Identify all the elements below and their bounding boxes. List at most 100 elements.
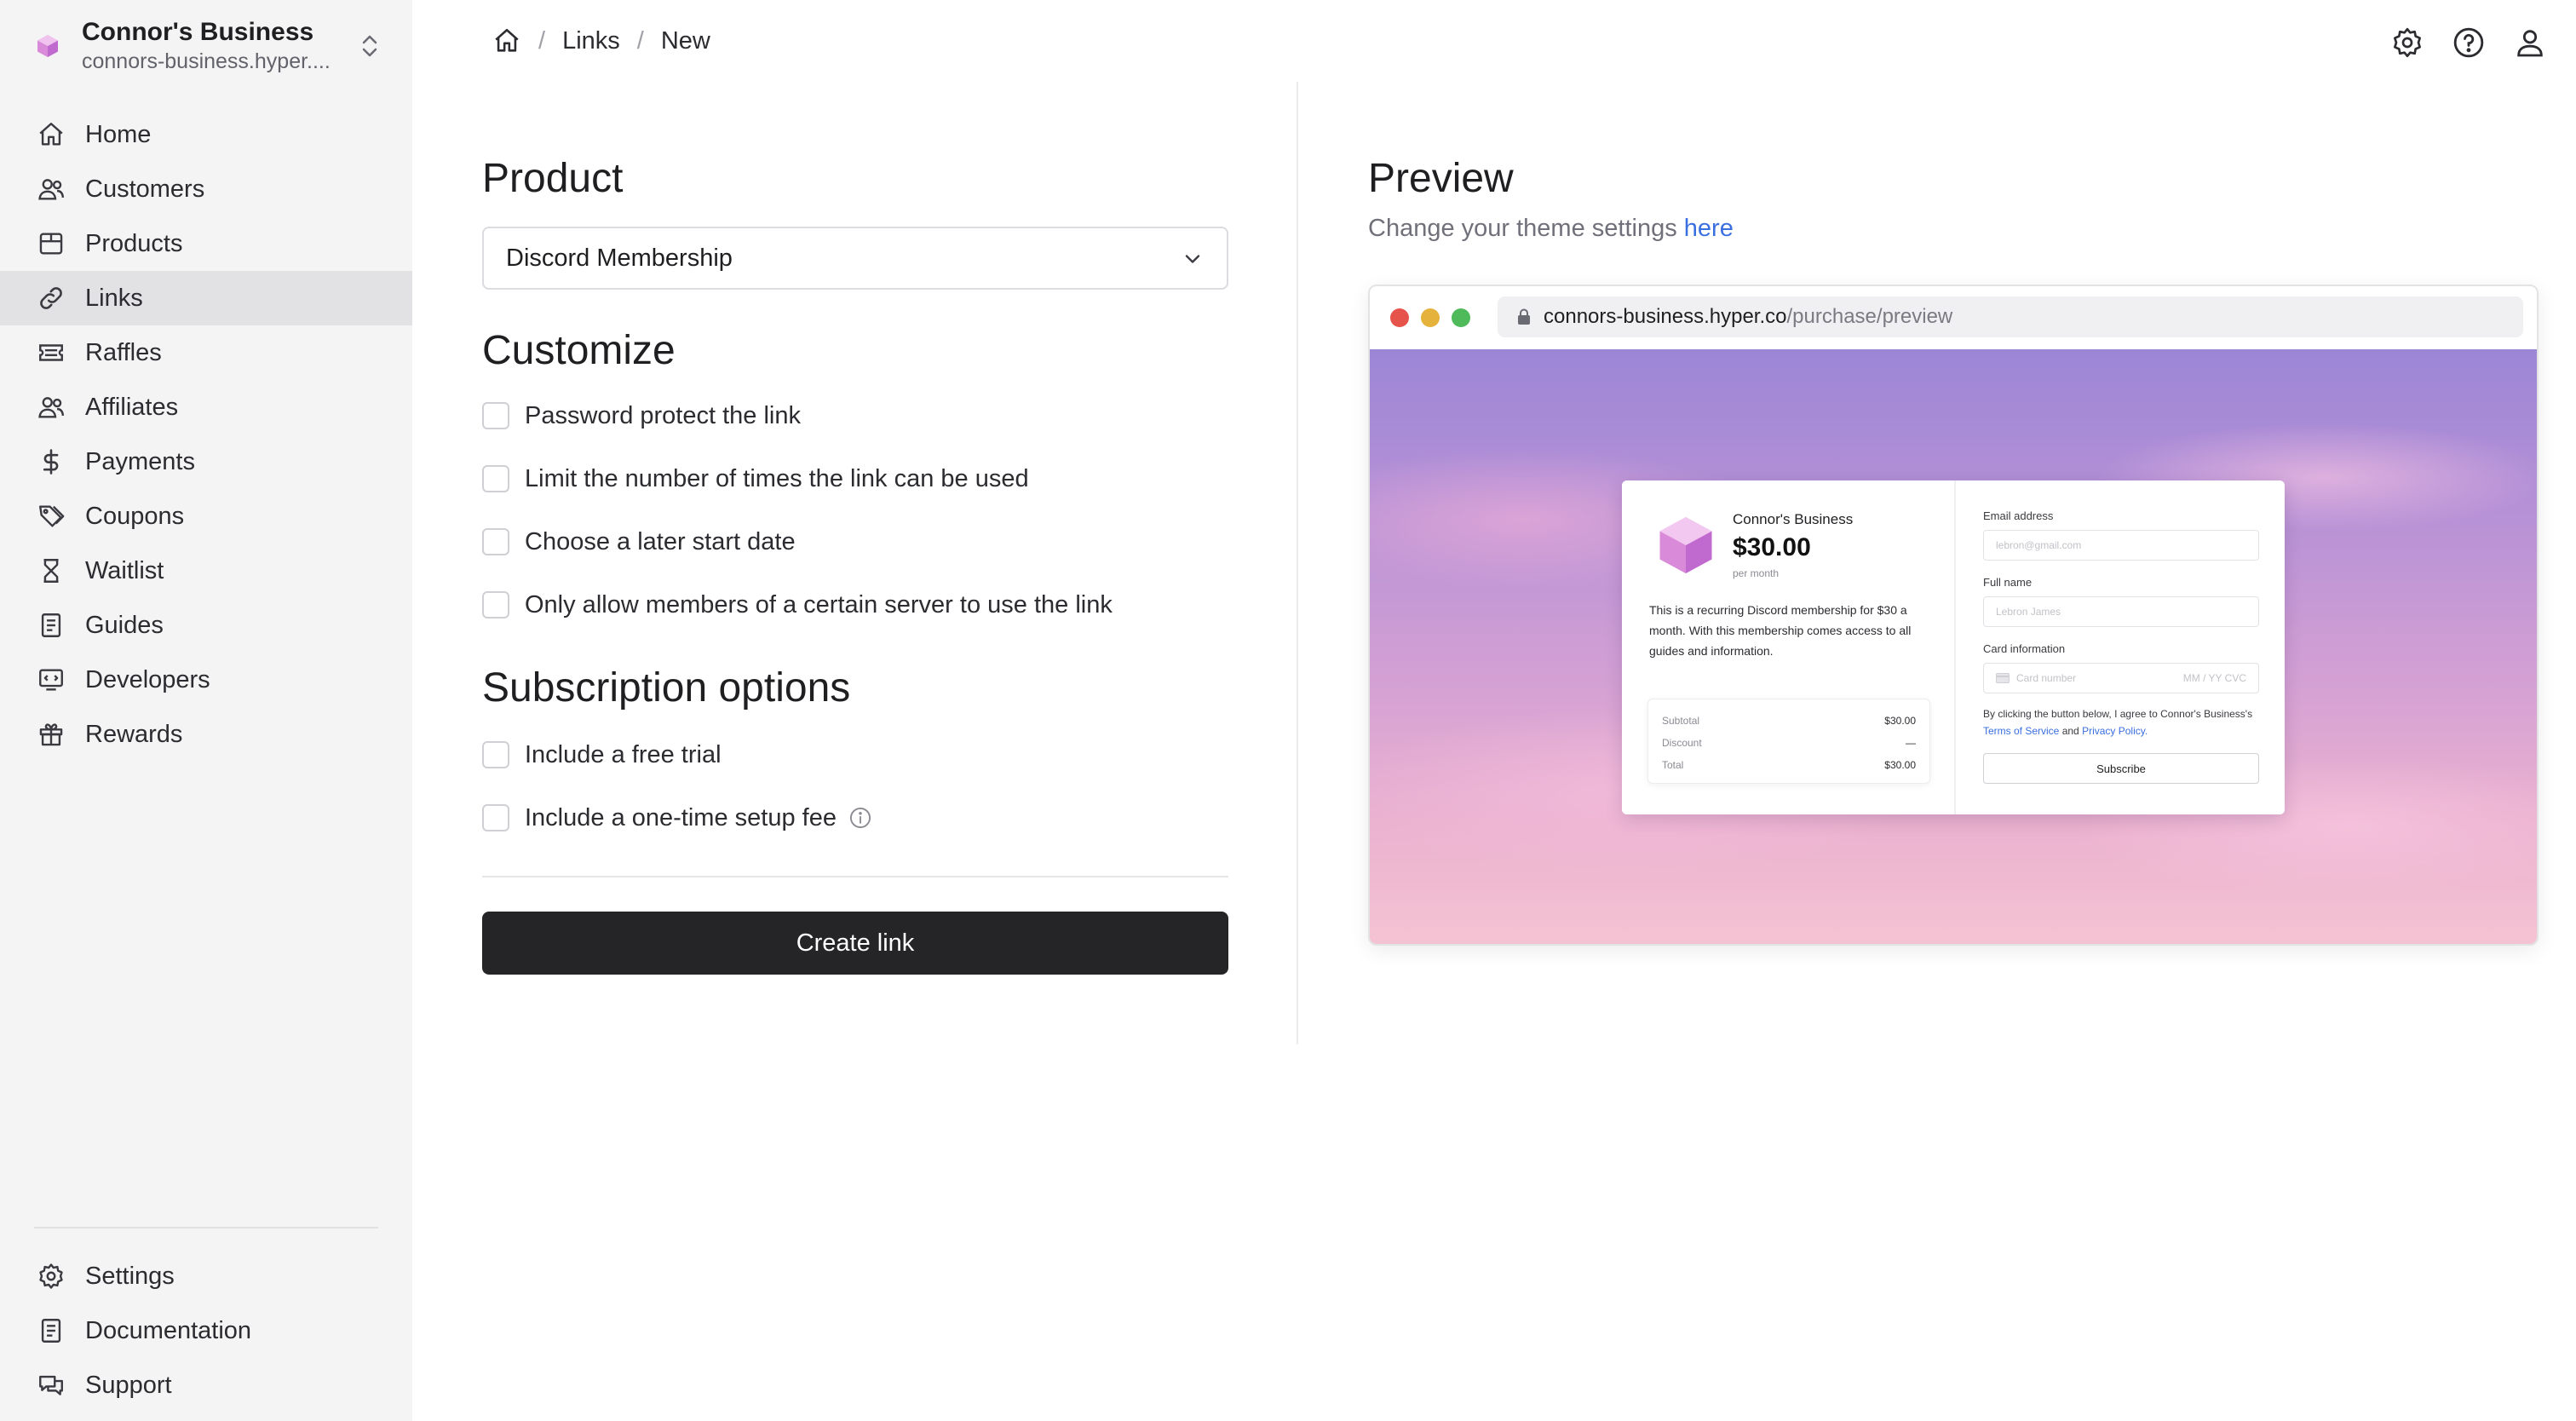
card-field: Card number MM / YY CVC bbox=[1983, 663, 2259, 693]
option-label: Password protect the link bbox=[525, 401, 801, 429]
sidebar-item-home[interactable]: Home bbox=[0, 107, 412, 162]
summary-value: $30.00 bbox=[1884, 715, 1916, 727]
sidebar-item-affiliates[interactable]: Affiliates bbox=[0, 380, 412, 434]
home-icon[interactable] bbox=[492, 26, 521, 55]
sidebar-item-settings[interactable]: Settings bbox=[0, 1249, 412, 1303]
theme-settings-link[interactable]: here bbox=[1684, 215, 1734, 242]
workspace-switcher[interactable]: Connor's Business connors-business.hyper… bbox=[31, 15, 388, 77]
privacy-policy-link: Privacy Policy. bbox=[2082, 725, 2148, 737]
sidebar-item-label: Links bbox=[85, 284, 143, 312]
help-circle-icon[interactable] bbox=[2448, 22, 2489, 63]
sidebar-item-label: Raffles bbox=[85, 338, 162, 366]
ticket-icon bbox=[34, 336, 68, 370]
sidebar-item-documentation[interactable]: Documentation bbox=[0, 1303, 412, 1358]
summary-row-subtotal: Subtotal $30.00 bbox=[1662, 710, 1916, 732]
user-icon[interactable] bbox=[2510, 22, 2550, 63]
checkbox[interactable] bbox=[482, 804, 509, 831]
hourglass-icon bbox=[34, 554, 68, 588]
checkbox[interactable] bbox=[482, 465, 509, 492]
option-limit-uses[interactable]: Limit the number of times the link can b… bbox=[482, 460, 1029, 498]
users-icon bbox=[34, 172, 68, 206]
subscribe-button: Subscribe bbox=[1983, 753, 2259, 784]
preview-subtitle: Change your theme settings here bbox=[1368, 215, 1734, 243]
checkout-card: Connor's Business $30.00 per month This … bbox=[1622, 480, 2285, 814]
create-link-button[interactable]: Create link bbox=[482, 912, 1228, 975]
sidebar-item-developers[interactable]: Developers bbox=[0, 653, 412, 707]
chevron-up-down-icon[interactable] bbox=[351, 27, 388, 65]
checkbox[interactable] bbox=[482, 528, 509, 555]
email-field: lebron@gmail.com bbox=[1983, 530, 2259, 561]
option-later-start-date[interactable]: Choose a later start date bbox=[482, 523, 796, 561]
sidebar-item-label: Waitlist bbox=[85, 556, 164, 584]
browser-toolbar: connors-business.hyper.co/purchase/previ… bbox=[1370, 286, 2537, 349]
document-icon bbox=[34, 1314, 68, 1348]
home-icon bbox=[34, 118, 68, 152]
option-label: Limit the number of times the link can b… bbox=[525, 464, 1029, 492]
chat-icon bbox=[34, 1368, 68, 1402]
sidebar-item-label: Developers bbox=[85, 665, 210, 693]
url-path: /purchase/preview bbox=[1786, 305, 1953, 328]
sidebar-item-label: Guides bbox=[85, 611, 164, 639]
full-name-field: Lebron James bbox=[1983, 596, 2259, 627]
dollar-icon bbox=[34, 445, 68, 479]
summary-row-discount: Discount — bbox=[1662, 732, 1916, 754]
breadcrumb: / Links / New bbox=[492, 20, 710, 61]
gear-icon[interactable] bbox=[2387, 22, 2428, 63]
sidebar-item-guides[interactable]: Guides bbox=[0, 598, 412, 653]
sidebar-item-support[interactable]: Support bbox=[0, 1358, 412, 1412]
checkbox[interactable] bbox=[482, 402, 509, 429]
code-monitor-icon bbox=[34, 663, 68, 697]
sidebar-item-payments[interactable]: Payments bbox=[0, 434, 412, 489]
card-info-label: Card information bbox=[1983, 642, 2066, 655]
option-label: Include a free trial bbox=[525, 740, 722, 768]
sidebar-nav: Home Customers Products Links Raffles Af… bbox=[0, 107, 412, 762]
option-server-members-only[interactable]: Only allow members of a certain server t… bbox=[482, 586, 1113, 624]
sidebar-item-label: Affiliates bbox=[85, 393, 179, 421]
sidebar-item-waitlist[interactable]: Waitlist bbox=[0, 544, 412, 598]
sidebar-item-coupons[interactable]: Coupons bbox=[0, 489, 412, 544]
theme-background-image: Connor's Business $30.00 per month This … bbox=[1370, 349, 2537, 944]
preview-title: Preview bbox=[1368, 156, 1514, 201]
product-logo-icon bbox=[1658, 515, 1714, 580]
tag-icon bbox=[34, 499, 68, 533]
gift-icon bbox=[34, 717, 68, 751]
summary-label: Subtotal bbox=[1662, 715, 1700, 727]
sidebar-item-label: Products bbox=[85, 229, 183, 257]
sidebar-item-label: Rewards bbox=[85, 720, 183, 748]
email-placeholder: lebron@gmail.com bbox=[1996, 539, 2082, 551]
product-select-value: Discord Membership bbox=[506, 244, 733, 272]
sidebar-divider bbox=[34, 1227, 378, 1228]
breadcrumb-item-links[interactable]: Links bbox=[562, 27, 620, 55]
option-password-protect[interactable]: Password protect the link bbox=[482, 397, 801, 434]
full-name-label: Full name bbox=[1983, 576, 2033, 589]
workspace-name: Connor's Business bbox=[82, 18, 314, 46]
sidebar-item-customers[interactable]: Customers bbox=[0, 162, 412, 216]
breadcrumb-separator: / bbox=[538, 26, 546, 55]
email-label: Email address bbox=[1983, 509, 2054, 522]
breadcrumb-item-new: New bbox=[660, 26, 710, 55]
lock-icon bbox=[1516, 308, 1532, 325]
option-label: Only allow members of a certain server t… bbox=[525, 590, 1113, 618]
option-free-trial[interactable]: Include a free trial bbox=[482, 736, 722, 774]
order-summary: Subtotal $30.00 Discount — Total $30.00 bbox=[1647, 699, 1930, 784]
sidebar-item-products[interactable]: Products bbox=[0, 216, 412, 271]
product-select[interactable]: Discord Membership bbox=[482, 227, 1228, 290]
url-host: connors-business.hyper.co bbox=[1544, 305, 1787, 328]
link-icon bbox=[34, 281, 68, 315]
summary-value: $30.00 bbox=[1884, 759, 1916, 771]
checkbox[interactable] bbox=[482, 741, 509, 768]
sidebar-item-label: Settings bbox=[85, 1262, 175, 1290]
url-bar: connors-business.hyper.co/purchase/previ… bbox=[1498, 296, 2523, 337]
checkout-period: per month bbox=[1733, 567, 1780, 579]
customize-section-title: Customize bbox=[482, 328, 676, 373]
box-icon bbox=[34, 227, 68, 261]
sidebar-item-links[interactable]: Links bbox=[0, 271, 412, 325]
option-setup-fee[interactable]: Include a one-time setup fee bbox=[482, 799, 872, 837]
checkbox[interactable] bbox=[482, 591, 509, 618]
sidebar-item-raffles[interactable]: Raffles bbox=[0, 325, 412, 380]
sidebar-item-label: Coupons bbox=[85, 502, 185, 530]
chevron-down-icon bbox=[1181, 247, 1205, 278]
credit-card-icon bbox=[1996, 673, 2010, 683]
info-icon[interactable] bbox=[848, 806, 872, 830]
sidebar-item-rewards[interactable]: Rewards bbox=[0, 707, 412, 762]
